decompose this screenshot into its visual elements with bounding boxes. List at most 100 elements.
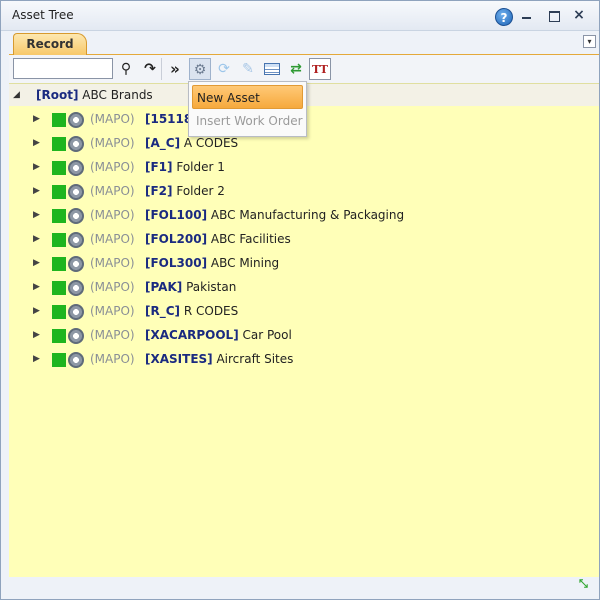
row-type: (MAPO) (90, 232, 135, 246)
toolbar-separator (161, 58, 162, 80)
gear-icon (68, 328, 84, 344)
tab-record[interactable]: Record (13, 33, 87, 55)
status-indicator (52, 353, 66, 367)
row-code: [XASITES] (145, 352, 213, 366)
expand-arrow-icon[interactable]: ▶ (33, 348, 40, 370)
tree-row[interactable]: ▶ (MAPO) [XACARPOOL] Car Pool (9, 324, 599, 346)
tree-row[interactable]: ▶ (MAPO) [FOL100] ABC Manufacturing & Pack… (9, 204, 599, 226)
row-code: [F2] (145, 184, 173, 198)
expand-arrow-icon[interactable]: ▶ (33, 300, 40, 322)
grid-icon[interactable] (261, 58, 283, 80)
status-bar: ⤡ (9, 577, 599, 599)
row-label: [XACARPOOL] Car Pool (145, 324, 292, 346)
row-label: [15118 (145, 108, 192, 130)
root-label: [Root] ABC Brands (36, 84, 153, 106)
status-indicator (52, 161, 66, 175)
row-type: (MAPO) (90, 184, 135, 198)
row-name: ABC Manufacturing & Packaging (210, 208, 405, 222)
row-type: (MAPO) (90, 160, 135, 174)
tree-row[interactable]: ▶ (MAPO) [PAK] Pakistan (9, 276, 599, 298)
root-name: ABC Brands (82, 88, 153, 102)
row-type: (MAPO) (90, 328, 135, 342)
tree-row[interactable]: ▶ (MAPO) [R_C] R CODES (9, 300, 599, 322)
expand-arrow-icon[interactable]: ▶ (33, 324, 40, 346)
status-indicator (52, 329, 66, 343)
root-code: [Root] (36, 88, 79, 102)
expand-arrow-icon[interactable]: ▶ (33, 252, 40, 274)
status-indicator (52, 209, 66, 223)
row-code: [15118 (145, 112, 193, 126)
title-bar: Asset Tree ? × (1, 1, 599, 31)
tab-menu-chevron-down-icon[interactable]: ▾ (583, 35, 596, 48)
row-name: A CODES (183, 136, 239, 150)
gear-icon (68, 352, 84, 368)
sync-icon[interactable]: ⟳ (213, 58, 235, 80)
row-label: [F1] Folder 1 (145, 156, 225, 178)
row-type: (MAPO) (90, 112, 135, 126)
tree-row[interactable]: ▶ (MAPO) [F2] Folder 2 (9, 180, 599, 202)
maximize-icon[interactable] (546, 8, 562, 24)
asset-tree: ◢ [Root] ABC Brands ▶ (MAPO) [15118 ▶ (MAPO… (9, 83, 599, 577)
asset-tree-window: Asset Tree ? × Record ▾ ⚲ ↷ » ⚙ ⟳ ✎ ⇄ TT… (0, 0, 600, 600)
refresh-icon[interactable]: ↷ (139, 58, 161, 80)
gear-icon[interactable]: ⚙ (189, 58, 211, 80)
expand-icon[interactable]: » (164, 58, 186, 80)
row-type: (MAPO) (90, 136, 135, 150)
row-label: [FOL200] ABC Facilities (145, 228, 291, 250)
row-code: [XACARPOOL] (145, 328, 239, 342)
row-label: [FOL300] ABC Mining (145, 252, 279, 274)
row-type: (MAPO) (90, 208, 135, 222)
row-code: [R_C] (145, 304, 181, 318)
row-name: ABC Mining (210, 256, 280, 270)
help-icon[interactable]: ? (495, 8, 513, 26)
row-name: Folder 2 (176, 184, 225, 198)
expand-arrow-icon[interactable]: ▶ (33, 132, 40, 154)
tree-row[interactable]: ▶ (MAPO) [XASITES] Aircraft Sites (9, 348, 599, 370)
search-icon[interactable]: ⚲ (115, 58, 137, 80)
row-label: [XASITES] Aircraft Sites (145, 348, 293, 370)
row-code: [PAK] (145, 280, 183, 294)
window-title: Asset Tree (12, 8, 74, 22)
status-indicator (52, 281, 66, 295)
row-code: [A_C] (145, 136, 181, 150)
wrench-icon[interactable]: ✎ (237, 58, 259, 80)
row-code: [FOL100] (145, 208, 208, 222)
status-indicator (52, 233, 66, 247)
menu-item-new-asset[interactable]: New Asset (192, 85, 303, 109)
expand-arrow-icon[interactable]: ▶ (33, 180, 40, 202)
tree-row[interactable]: ▶ (MAPO) [F1] Folder 1 (9, 156, 599, 178)
tree-row[interactable]: ▶ (MAPO) [FOL300] ABC Mining (9, 252, 599, 274)
resize-icon[interactable]: ⤡ (579, 578, 595, 596)
row-type: (MAPO) (90, 280, 135, 294)
row-name: Car Pool (242, 328, 292, 342)
close-icon[interactable]: × (571, 8, 587, 24)
gear-icon (68, 280, 84, 296)
expand-arrow-icon[interactable]: ▶ (33, 108, 40, 130)
row-name: Folder 1 (176, 160, 225, 174)
row-name: Pakistan (186, 280, 237, 294)
row-type: (MAPO) (90, 352, 135, 366)
row-code: [FOL200] (145, 232, 208, 246)
toolbar: ⚲ ↷ » ⚙ ⟳ ✎ ⇄ TT (9, 55, 599, 83)
expand-arrow-icon[interactable]: ▶ (33, 228, 40, 250)
expand-arrow-icon[interactable]: ▶ (33, 276, 40, 298)
status-indicator (52, 305, 66, 319)
expand-arrow-icon[interactable]: ▶ (33, 156, 40, 178)
expand-arrow-icon[interactable]: ▶ (33, 204, 40, 226)
minimize-icon[interactable] (519, 8, 535, 24)
row-name: R CODES (183, 304, 239, 318)
gear-icon (68, 232, 84, 248)
gear-icon (68, 160, 84, 176)
row-code: [FOL300] (145, 256, 208, 270)
swap-icon[interactable]: ⇄ (285, 58, 307, 80)
collapse-icon[interactable]: ◢ (13, 84, 20, 106)
status-indicator (52, 257, 66, 271)
search-input[interactable] (13, 58, 113, 79)
gear-icon (68, 136, 84, 152)
row-name: Aircraft Sites (216, 352, 294, 366)
gear-icon (68, 304, 84, 320)
row-label: [R_C] R CODES (145, 300, 238, 322)
row-label: [PAK] Pakistan (145, 276, 236, 298)
tree-row[interactable]: ▶ (MAPO) [FOL200] ABC Facilities (9, 228, 599, 250)
text-icon[interactable]: TT (309, 58, 331, 80)
